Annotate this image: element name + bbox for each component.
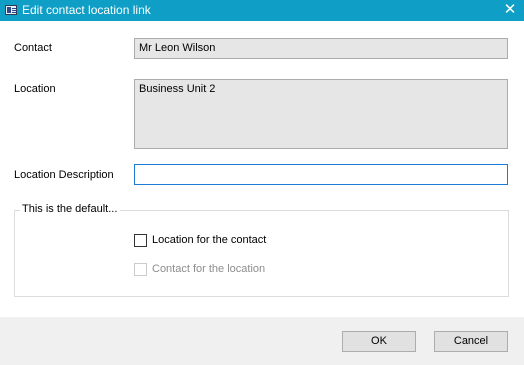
ok-button[interactable]: OK	[342, 331, 416, 352]
cancel-button[interactable]: Cancel	[434, 331, 508, 352]
dialog-footer: OK Cancel	[0, 317, 524, 365]
location-description-input[interactable]	[134, 164, 508, 185]
location-field: Business Unit 2	[134, 79, 508, 149]
table-form-icon	[5, 5, 17, 15]
contact-for-location-label: Contact for the location	[152, 263, 266, 275]
default-group-legend: This is the default...	[20, 203, 121, 215]
location-description-label: Location Description	[14, 169, 114, 181]
contact-field: Mr Leon Wilson	[134, 38, 508, 59]
contact-for-location-checkbox	[134, 263, 147, 276]
title-bar[interactable]: Edit contact location link ✕	[0, 0, 524, 21]
location-label: Location	[14, 83, 56, 95]
location-for-contact-label[interactable]: Location for the contact	[152, 234, 266, 247]
default-groupbox	[14, 210, 509, 297]
contact-label: Contact	[14, 42, 52, 54]
location-for-contact-checkbox[interactable]	[134, 234, 147, 247]
close-icon[interactable]: ✕	[496, 0, 524, 21]
window-title: Edit contact location link	[22, 3, 151, 17]
